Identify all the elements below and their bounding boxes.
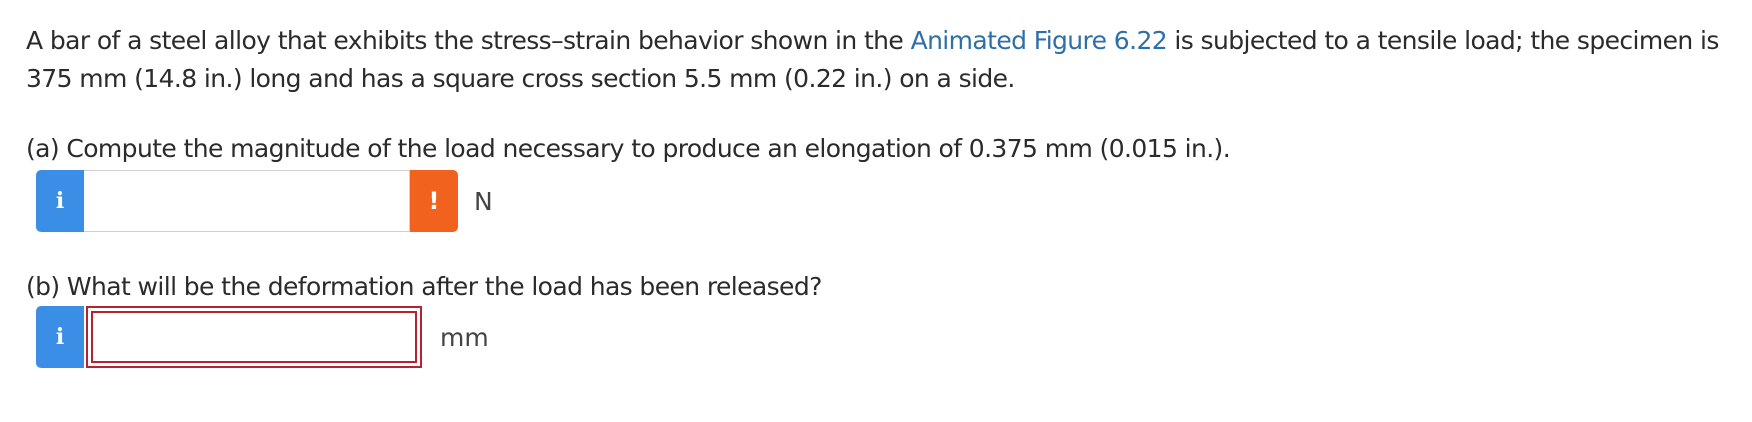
deformation-answer-input[interactable] <box>86 306 422 368</box>
problem-text-start: A bar of a steel alloy that exhibits the… <box>26 26 911 55</box>
answer-row-a: i ! N <box>36 170 493 232</box>
answer-row-b: i mm <box>36 306 489 368</box>
info-button-a[interactable]: i <box>36 170 84 232</box>
exclamation-icon: ! <box>428 187 440 215</box>
question-a-text: (a) Compute the magnitude of the load ne… <box>26 134 1231 163</box>
unit-label-mm: mm <box>440 322 489 352</box>
info-icon: i <box>55 188 65 214</box>
problem-statement: A bar of a steel alloy that exhibits the… <box>26 22 1726 98</box>
info-button-b[interactable]: i <box>36 306 84 368</box>
warning-button-a[interactable]: ! <box>410 170 458 232</box>
unit-label-newton: N <box>474 186 493 216</box>
info-icon: i <box>55 324 65 350</box>
animated-figure-link[interactable]: Animated Figure 6.22 <box>911 26 1168 55</box>
question-b-text: (b) What will be the deformation after t… <box>26 272 822 301</box>
load-answer-input[interactable] <box>84 170 410 232</box>
